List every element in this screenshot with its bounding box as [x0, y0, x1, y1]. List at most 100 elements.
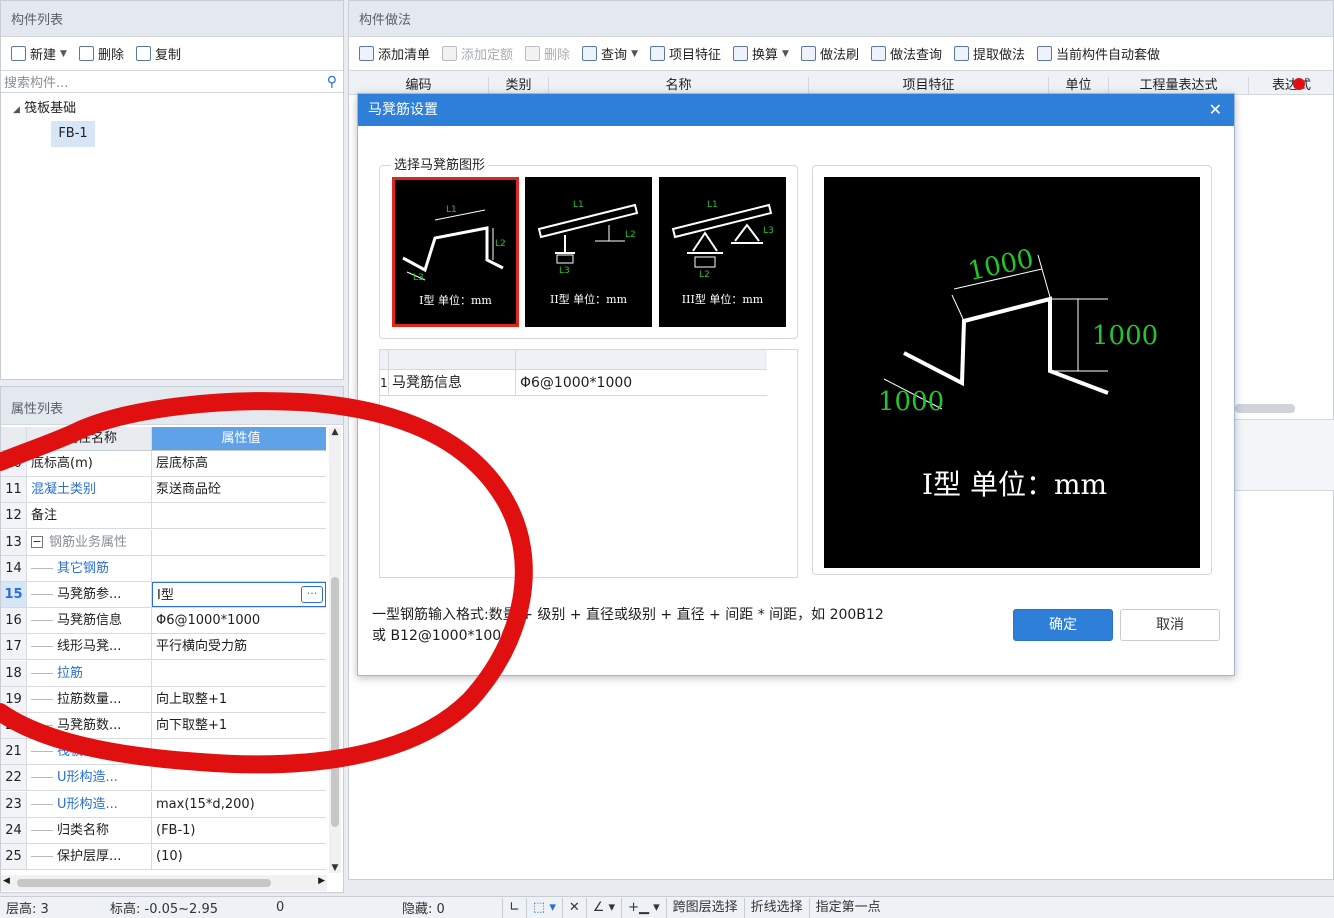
property-row[interactable]: 16 马凳筋信息 Φ6@1000*1000 [1, 608, 326, 635]
cross-icon[interactable]: ✕ [561, 897, 586, 918]
method-column-header[interactable]: 表达式 [1249, 77, 1333, 94]
toolbar-icon [442, 46, 458, 61]
property-hscrollbar[interactable]: ◀ ▶ [1, 875, 327, 891]
scroll-left-icon[interactable]: ◀ [3, 876, 10, 886]
property-value[interactable] [152, 530, 326, 555]
new-button[interactable]: 新建 ▼ [5, 41, 73, 67]
table-row[interactable]: 1 马凳筋信息 Φ6@1000*1000 [380, 370, 767, 396]
property-name-label: U形构造... [57, 796, 118, 812]
property-vscrollbar[interactable]: ▲ ▼ [329, 427, 341, 873]
method-toolbar-button[interactable]: 添加清单 [353, 41, 436, 67]
property-value[interactable] [152, 765, 326, 790]
copy-button[interactable]: 复制 [130, 41, 187, 67]
shape-thumb-type2[interactable]: L1 L2 L3 II型 单位：mm [525, 177, 652, 327]
search-icon[interactable]: ⚲ [327, 74, 337, 90]
polyline-select[interactable]: 折线选择 [743, 897, 809, 918]
method-toolbar-button[interactable]: 做法刷 [795, 41, 865, 67]
ortho-icon[interactable]: ∟ [502, 897, 526, 918]
property-value[interactable]: (10) [152, 844, 326, 869]
row-number: 15 [1, 582, 27, 607]
property-value[interactable]: (FB-1) [152, 818, 326, 843]
method-hscroll-thumb[interactable] [1235, 404, 1295, 413]
tree-connector [31, 608, 53, 622]
chevron-down-icon[interactable]: ▼ [782, 49, 789, 59]
row-name: 马凳筋信息 [389, 370, 516, 395]
component-toolbar: 新建 ▼ 删除 复制 [1, 37, 343, 71]
shape-thumb-type1[interactable]: L1 L2 L3 I型 单位：mm [392, 177, 519, 327]
cancel-button[interactable]: 取消 [1120, 609, 1220, 641]
property-row[interactable]: 14 其它钢筋 [1, 555, 326, 582]
property-value[interactable] [152, 503, 326, 528]
toolbar-icon [649, 46, 665, 61]
method-toolbar-button[interactable]: 查询 ▼ [576, 41, 644, 67]
property-value[interactable]: 泵送商品砼 [152, 477, 326, 502]
property-row[interactable]: 24 归类名称 (FB-1) [1, 817, 326, 844]
table-header-row [380, 350, 767, 370]
scroll-thumb[interactable] [331, 577, 339, 827]
property-value[interactable]: 层底标高 [152, 451, 326, 476]
angle-icon[interactable]: ∠ ▾ [585, 897, 621, 918]
property-row[interactable]: 19 拉筋数量... 向上取整+1 [1, 686, 326, 713]
method-toolbar-button[interactable]: 换算 ▼ [727, 41, 795, 67]
property-row[interactable]: 15 马凳筋参... Ⅰ型 ··· [1, 582, 326, 608]
snap-icon[interactable]: ⬚ ▾ [525, 897, 562, 918]
property-row[interactable]: 21 筏板侧面... [1, 739, 326, 766]
property-value[interactable]: Ⅰ型 [152, 582, 326, 607]
collapse-box-icon[interactable]: − [31, 536, 43, 549]
row-number: 12 [1, 503, 27, 529]
property-row[interactable]: 12 备注 [1, 503, 326, 530]
ellipsis-button[interactable]: ··· [301, 586, 323, 603]
chevron-down-icon[interactable]: ▼ [60, 49, 67, 59]
property-row[interactable]: 22 U形构造... [1, 765, 326, 792]
tree-root[interactable]: ◢ 筏板基础 [13, 97, 343, 121]
chevron-down-icon[interactable]: ▼ [631, 49, 638, 59]
tree-item-fb1[interactable]: FB-1 [51, 121, 95, 147]
search-input[interactable]: 搜索构件... [4, 72, 68, 91]
property-name: U形构造... [27, 765, 152, 791]
property-row[interactable]: 11 混凝土类别 泵送商品砼 [1, 477, 326, 504]
method-toolbar-button[interactable]: 项目特征 [644, 41, 727, 67]
dialog-title-bar: 马凳筋设置 ✕ [358, 94, 1234, 126]
property-row[interactable]: 25 保护层厚... (10) [1, 844, 326, 870]
ok-button[interactable]: 确定 [1013, 609, 1113, 641]
cross-layer-select[interactable]: 跨图层选择 [665, 897, 744, 918]
method-toolbar-button[interactable]: 提取做法 [948, 41, 1031, 67]
scroll-up-icon[interactable]: ▲ [329, 427, 341, 437]
row-value[interactable]: Φ6@1000*1000 [516, 370, 767, 395]
property-value[interactable] [152, 739, 326, 764]
property-value[interactable]: Φ6@1000*1000 [152, 608, 326, 633]
property-value[interactable]: max(15*d,200) [152, 792, 326, 817]
close-icon[interactable]: ✕ [1209, 94, 1222, 126]
toolbar-label: 查询 [601, 48, 628, 63]
property-value[interactable]: 平行横向受力筋 [152, 634, 326, 659]
collapse-triangle-icon[interactable]: ◢ [13, 105, 20, 115]
mini2-l1-label: L1 [573, 200, 584, 210]
hscroll-thumb[interactable] [17, 879, 271, 887]
tree-connector [31, 582, 53, 595]
method-toolbar-button[interactable]: 做法查询 [865, 41, 948, 67]
property-value[interactable]: 向下取整+1 [152, 713, 326, 738]
property-value[interactable] [152, 556, 326, 581]
floor-height: 层高: 3 [6, 902, 49, 917]
property-row[interactable]: 17 线形马凳... 平行横向受力筋 [1, 634, 326, 661]
property-row[interactable]: 18 拉筋 [1, 660, 326, 687]
preview-caption: I型 单位：mm [922, 468, 1107, 501]
delete-button[interactable]: 删除 [73, 41, 130, 67]
property-value[interactable] [152, 661, 326, 686]
property-row[interactable]: 20 马凳筋数... 向下取整+1 [1, 713, 326, 739]
type1-large-drawing: 1000 1000 1000 I型 单位：mm [878, 244, 1158, 501]
method-toolbar-button[interactable]: 添加定额 [436, 41, 519, 67]
property-name: 马凳筋数... [27, 713, 152, 738]
shape-thumb-type3[interactable]: L1 L3 L2 III型 单位：mm [659, 177, 786, 327]
scroll-down-icon[interactable]: ▼ [329, 863, 341, 873]
property-row[interactable]: 13− 钢筋业务属性 [1, 529, 326, 556]
property-row[interactable]: 23 U形构造... max(15*d,200) [1, 791, 326, 818]
offset-icon[interactable]: +▁ ▾ [621, 897, 666, 918]
method-toolbar-button[interactable]: 删除 [519, 41, 576, 67]
component-search[interactable]: 搜索构件... ⚲ [1, 71, 343, 93]
shape-label-type1: I型 单位：mm [419, 294, 492, 307]
scroll-right-icon[interactable]: ▶ [318, 876, 325, 886]
property-value[interactable]: 向上取整+1 [152, 687, 326, 712]
property-row[interactable]: 10 底标高(m) 层底标高 [1, 451, 326, 477]
method-toolbar-button[interactable]: 当前构件自动套做 [1031, 41, 1166, 67]
